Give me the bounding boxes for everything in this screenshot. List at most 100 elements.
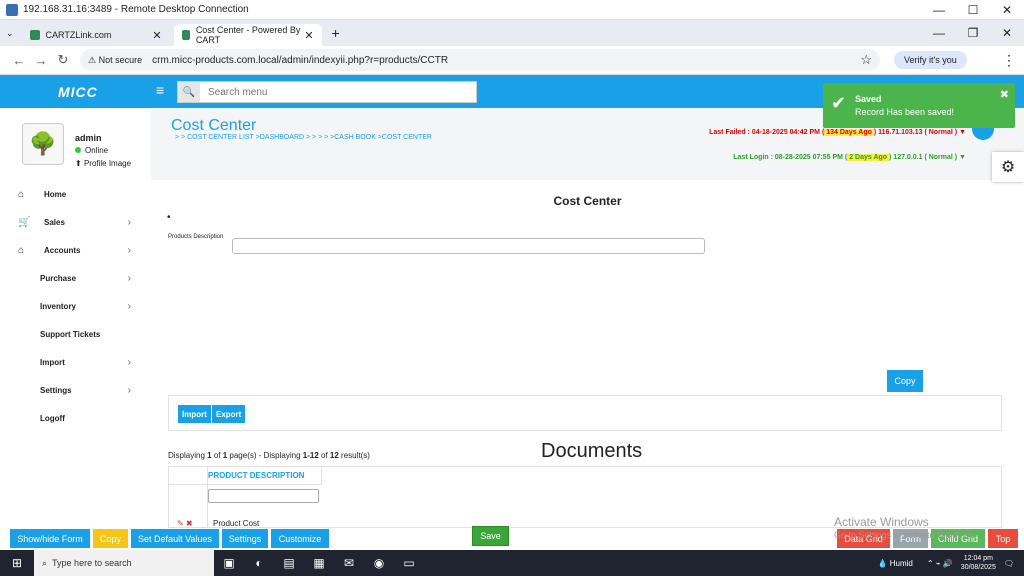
security-text: Not secure <box>98 54 143 65</box>
grid-filter-input[interactable] <box>208 489 319 503</box>
time: 12:04 pm <box>963 555 993 562</box>
table-row[interactable]: Product Cost <box>213 519 259 528</box>
sidebar-item-label: Support Tickets <box>40 329 101 339</box>
copy-form-button[interactable]: Copy <box>887 370 923 392</box>
chrome-icon[interactable]: ◉ <box>364 550 394 576</box>
tab-label: Cost Center - Powered By CART <box>195 25 301 45</box>
customize-button[interactable]: Customize <box>271 529 329 548</box>
sidebar-item-label: Purchase <box>40 273 77 283</box>
toast-close-icon[interactable]: ✖ <box>1000 88 1009 101</box>
back-icon[interactable]: ← <box>8 53 30 68</box>
sidebar-menu: ⌂ Home 🛒 Sales › ⌂ Accounts › Purchase › Inventory… <box>0 180 151 432</box>
chevron-right-icon: › <box>127 356 131 368</box>
sidebar-item-home[interactable]: ⌂ Home <box>0 180 151 208</box>
outlook-icon[interactable]: ✉ <box>334 550 364 576</box>
last-login-info[interactable]: Last Login : 08-28-2025 07:55 PM ( 2 Day… <box>733 154 966 161</box>
sidebar-item-label: Logoff <box>40 413 65 423</box>
rdp-title-bar: 192.168.31.16:3489 - Remote Desktop Conn… <box>0 0 1024 20</box>
notifications-icon[interactable]: 🗨 <box>1004 559 1014 568</box>
profile-image-link[interactable]: ⬆ Profile Image <box>75 159 131 168</box>
sidebar-item-accounts[interactable]: ⌂ Accounts › <box>0 236 151 264</box>
store-icon[interactable]: ▦ <box>304 550 334 576</box>
sidebar-item-settings[interactable]: Settings › <box>0 376 151 404</box>
weather-icon[interactable]: 💧 <box>878 559 888 568</box>
chevron-right-icon: › <box>127 384 131 396</box>
gear-icon[interactable]: ⚙ <box>992 152 1024 182</box>
maximize-button[interactable]: ☐ <box>956 3 990 17</box>
top-button[interactable]: Top <box>988 529 1018 548</box>
sidebar-item-purchase[interactable]: Purchase › <box>0 264 151 292</box>
clock[interactable]: 12:04 pm 30/08/2025 <box>961 554 996 572</box>
display-text: Displaying <box>168 451 208 460</box>
last-failed-prefix: Last Failed : 04-18-2025 04:42 PM ( <box>709 129 825 136</box>
windows-start-icon[interactable]: ⊞ <box>0 556 34 570</box>
copy-button[interactable]: Copy <box>93 529 128 548</box>
show-hide-form-button[interactable]: Show/hide Form <box>10 529 90 548</box>
main-content: Cost Center > > COST CENTER LIST >DASHBO… <box>151 108 1024 529</box>
chevron-right-icon: › <box>127 244 131 256</box>
form-title: Cost Center <box>553 194 622 208</box>
system-tray: 💧 Humid ⌃ ⌁ 🔊 12:04 pm 30/08/2025 🗨 <box>878 554 1024 572</box>
chevron-right-icon: › <box>127 300 131 312</box>
sidebar-item-support-tickets[interactable]: Support Tickets <box>0 320 151 348</box>
chevron-right-icon: › <box>127 216 131 228</box>
task-view-icon[interactable]: ▣ <box>214 550 244 576</box>
tab-close-icon[interactable]: ✕ <box>304 29 313 42</box>
verify-profile-button[interactable]: Verify it's you <box>894 51 967 69</box>
status-text: Online <box>85 146 109 155</box>
favicon-icon <box>181 30 190 40</box>
forward-icon[interactable]: → <box>30 53 52 68</box>
products-description-field[interactable] <box>232 238 705 254</box>
pagination-summary: Displaying 1 of 1 page(s) - Displaying 1… <box>168 451 370 460</box>
new-tab-button[interactable]: + <box>332 25 340 41</box>
sidebar-item-label: Settings <box>40 385 72 395</box>
watermark-line1: Activate Windows <box>834 515 929 529</box>
tab-list-icon[interactable]: ⌄ <box>6 28 14 39</box>
tab-close-icon[interactable]: ✕ <box>152 29 161 42</box>
weather-text[interactable]: Humid <box>890 559 913 568</box>
export-button[interactable]: Export <box>212 405 246 423</box>
url-text: crm.micc-products.com.local/admin/indexy… <box>152 54 449 66</box>
file-explorer-icon[interactable]: ▤ <box>274 550 304 576</box>
tab-cartzlink[interactable]: CARTZLink.com ✕ <box>22 24 170 46</box>
row-action-icons[interactable]: ✎ ✖ <box>177 519 193 528</box>
settings-button[interactable]: Settings <box>222 529 268 548</box>
app-logo: MICC <box>58 84 98 100</box>
browser-minimize-button[interactable]: — <box>922 26 956 40</box>
remote-desktop-taskbar-icon[interactable]: ▭ <box>394 550 424 576</box>
reload-icon[interactable]: ↻ <box>52 52 74 68</box>
sidebar-item-logoff[interactable]: Logoff <box>0 404 151 432</box>
watermark-line2: Go to Settings to activate Windows. <box>834 530 977 540</box>
taskbar-search[interactable]: ⌕ Type here to search <box>34 550 214 576</box>
import-button[interactable]: Import <box>178 405 211 423</box>
import-export-bar: Import Export <box>168 395 1002 431</box>
close-button[interactable]: ✕ <box>990 3 1024 17</box>
url-field[interactable]: ⚠ Not secure crm.micc-products.com.local… <box>80 49 880 71</box>
browser-restore-button[interactable]: ❐ <box>956 26 990 40</box>
sidebar-item-inventory[interactable]: Inventory › <box>0 292 151 320</box>
profile-panel: 🌳 admin Online ⬆ Profile Image <box>0 108 151 180</box>
tray-icons[interactable]: ⌃ ⌁ 🔊 <box>927 559 953 568</box>
last-login-ago: 2 Days Ago <box>847 154 890 161</box>
product-description-column-header[interactable]: PRODUCT DESCRIPTION <box>208 471 304 480</box>
browser-menu-icon[interactable]: ⋮ <box>1002 52 1016 69</box>
cart-icon: 🛒 <box>18 216 31 228</box>
tab-cost-center[interactable]: Cost Center - Powered By CART ✕ <box>173 24 322 46</box>
edge-icon[interactable]: ◐ <box>244 550 274 576</box>
sidebar-item-sales[interactable]: 🛒 Sales › <box>0 208 151 236</box>
last-failed-ago: 134 Days Ago <box>824 129 874 136</box>
sidebar-item-import[interactable]: Import › <box>0 348 151 376</box>
last-failed-info[interactable]: Last Failed : 04-18-2025 04:42 PM ( 134 … <box>709 129 966 136</box>
hamburger-menu-icon[interactable]: ≡ <box>156 82 164 98</box>
set-default-values-button[interactable]: Set Default Values <box>131 529 219 548</box>
search-input[interactable] <box>200 86 470 98</box>
saved-toast: ✔ Saved Record Has been saved! ✖ <box>823 83 1015 128</box>
minimize-button[interactable]: — <box>922 3 956 17</box>
bookmark-star-icon[interactable]: ☆ <box>860 52 872 68</box>
search-icon[interactable]: 🔍 <box>178 82 200 102</box>
browser-close-button[interactable]: ✕ <box>990 26 1024 40</box>
save-button[interactable]: Save <box>472 526 509 546</box>
breadcrumb[interactable]: > > COST CENTER LIST >DASHBOARD > > > > … <box>175 134 432 141</box>
display-total: 12 <box>329 451 339 460</box>
avatar[interactable]: 🌳 <box>22 123 64 165</box>
